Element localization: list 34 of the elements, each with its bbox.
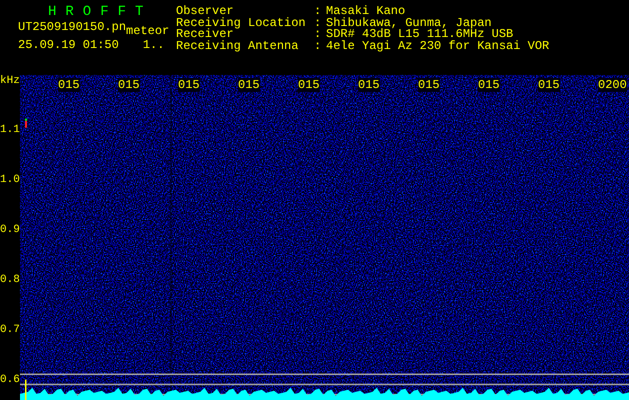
info-label: Receiving Location — [176, 18, 307, 29]
time-label: 0200 — [598, 78, 627, 92]
axis-tick-label: 1.0 — [0, 174, 20, 186]
info-value: Masaki Kano — [326, 6, 406, 18]
info-separator: : — [314, 29, 322, 40]
axis-tick-label: 0.9 — [0, 224, 20, 236]
time-label: 015 — [478, 78, 500, 92]
info-label: Receiver — [176, 29, 234, 40]
time-label: 015 — [418, 78, 440, 92]
axis-tick-label: 0.7 — [0, 324, 20, 336]
info-label: Observer — [176, 6, 234, 18]
info-value: SDR# 43dB L15 111.6MHz USB — [326, 29, 514, 40]
time-label: 015 — [538, 78, 560, 92]
time-label: 015 — [358, 78, 380, 92]
info-separator: : — [314, 6, 322, 18]
info-value: Shibukawa, Gunma, Japan — [326, 18, 492, 29]
axis-tick-label: 0.8 — [0, 274, 20, 286]
axis-tick-label: 0.6 — [0, 374, 20, 386]
date-time: 25.09.19 01:50 — [18, 40, 119, 51]
time-label: 015 — [118, 78, 140, 92]
time-label: 015 — [58, 78, 80, 92]
time-label: 015 — [298, 78, 320, 92]
file-name: UT2509190150.pn — [18, 22, 126, 34]
mode-label: meteor — [126, 26, 170, 38]
time-label: 015 — [178, 78, 200, 92]
info-separator: : — [314, 40, 322, 52]
info-label: Receiving Antenna — [176, 40, 300, 52]
axis-tick-label: 1.1 — [0, 124, 20, 136]
axis-unit: kHz — [0, 75, 20, 87]
app-title: HROFFT — [48, 5, 152, 19]
counter: 1.. — [142, 40, 164, 51]
time-label: 015 — [238, 78, 260, 92]
info-value: 4ele Yagi Az 230 for Kansai VOR — [326, 40, 550, 52]
info-separator: : — [314, 18, 322, 29]
